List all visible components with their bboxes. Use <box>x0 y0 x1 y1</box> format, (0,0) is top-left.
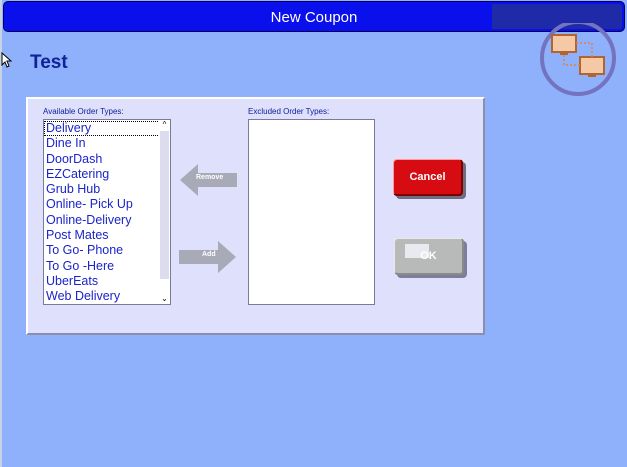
remove-button[interactable]: Remove <box>178 162 238 198</box>
list-item[interactable]: EZCatering <box>44 167 170 182</box>
window-title: New Coupon <box>270 9 358 26</box>
excluded-order-types-label: Excluded Order Types: <box>248 107 330 116</box>
list-item[interactable]: Delivery <box>44 121 170 137</box>
ok-button[interactable]: OK <box>394 238 464 275</box>
scrollbar-thumb[interactable] <box>160 131 169 279</box>
list-item[interactable]: Online- Pick Up <box>44 197 170 212</box>
list-item[interactable]: Dine In <box>44 136 170 151</box>
scroll-up-icon[interactable]: ^ <box>159 120 170 130</box>
ok-label: OK <box>420 250 437 262</box>
list-item[interactable]: To Go- Phone <box>44 243 170 258</box>
cancel-button[interactable]: Cancel <box>393 159 463 196</box>
available-order-types-label: Available Order Types: <box>43 107 124 116</box>
available-list-scrollbar[interactable]: ^ ⌄ <box>159 120 170 304</box>
title-bar: New Coupon <box>3 1 625 32</box>
list-item[interactable]: Grub Hub <box>44 182 170 197</box>
network-computers-icon <box>540 23 616 96</box>
coupon-name: Test <box>30 52 68 73</box>
available-order-types-list[interactable]: Delivery Dine In DoorDash EZCatering Gru… <box>43 119 171 305</box>
excluded-order-types-list[interactable] <box>248 119 375 305</box>
list-item[interactable]: Web Delivery <box>44 289 170 304</box>
list-item[interactable]: UberEats <box>44 274 170 289</box>
list-item[interactable]: To Go -Here <box>44 259 170 274</box>
add-button[interactable]: Add <box>178 239 238 275</box>
list-item[interactable]: Online-Delivery <box>44 213 170 228</box>
list-item[interactable]: DoorDash <box>44 152 170 167</box>
mouse-cursor-icon <box>1 52 13 68</box>
remove-label: Remove <box>196 174 224 181</box>
list-item[interactable]: Post Mates <box>44 228 170 243</box>
scroll-down-icon[interactable]: ⌄ <box>159 294 170 304</box>
window-left-border <box>0 0 2 467</box>
order-types-panel: Available Order Types: Excluded Order Ty… <box>26 97 485 335</box>
cancel-label: Cancel <box>409 171 446 183</box>
add-label: Add <box>202 251 216 258</box>
